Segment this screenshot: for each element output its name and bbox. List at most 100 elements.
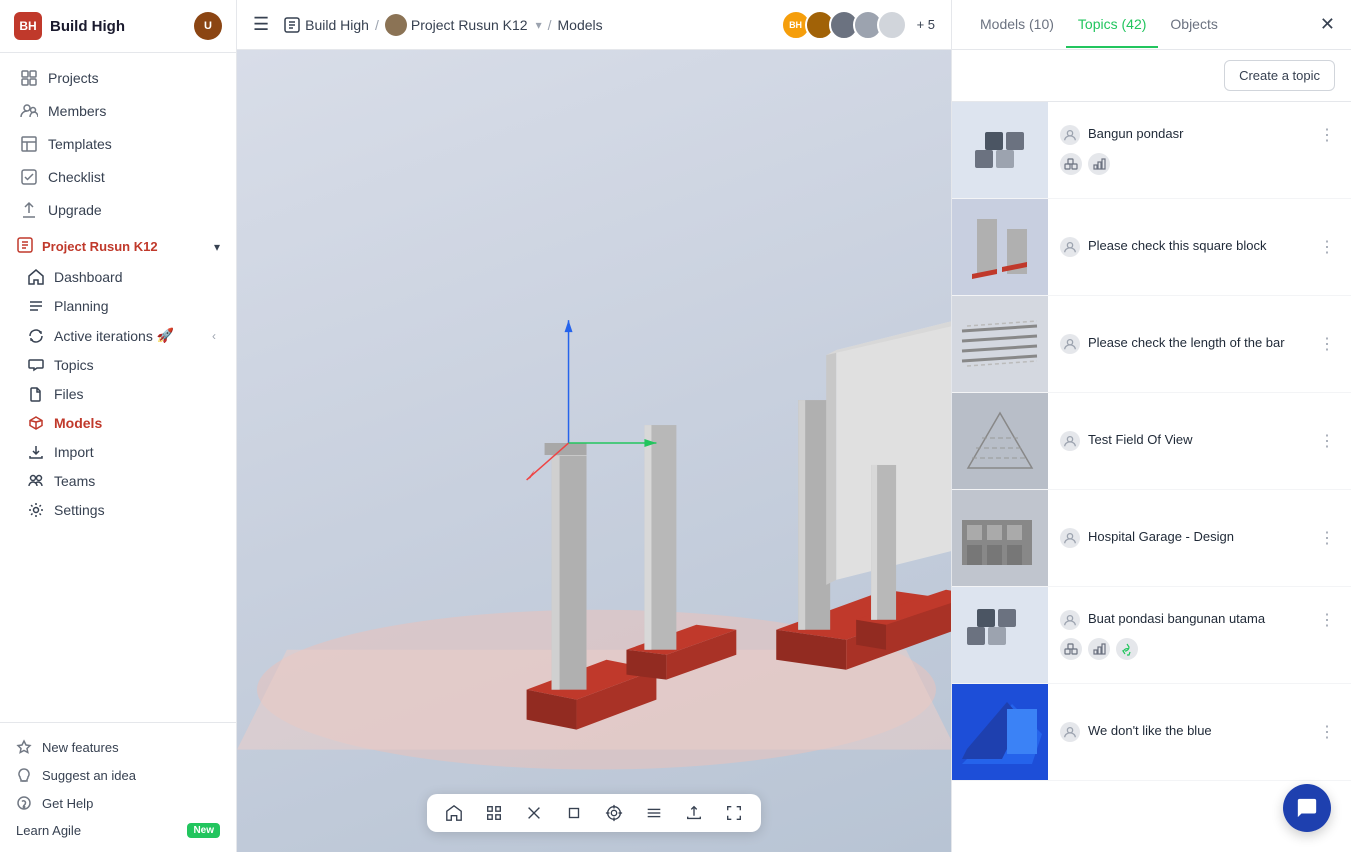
topic-user-icon-2 [1060, 237, 1080, 257]
teams-icon [28, 473, 44, 489]
sidebar-item-planning[interactable]: Planning [12, 292, 232, 320]
topic-thumbnail-2 [952, 199, 1048, 295]
suggest-idea-label: Suggest an idea [42, 768, 136, 783]
project-section[interactable]: Project Rusun K12 ▾ [0, 232, 236, 261]
sidebar-item-teams[interactable]: Teams [12, 467, 232, 495]
topic-menu-5[interactable]: ⋮ [1315, 528, 1339, 548]
main-area: ☰ Build High / Project Rusun K12 ▾ / Mod… [237, 0, 951, 852]
topic-name-6: Buat pondasi bangunan utama [1088, 610, 1307, 628]
topic-name-5: Hospital Garage - Design [1088, 528, 1307, 546]
sidebar-item-projects[interactable]: Projects [4, 62, 232, 94]
learn-agile-item[interactable]: Learn Agile New [0, 817, 236, 844]
iterations-icon [28, 328, 44, 344]
cross-tool-button[interactable] [523, 802, 545, 824]
files-icon [28, 386, 44, 402]
sidebar-item-checklist[interactable]: Checklist [4, 161, 232, 193]
topic-thumbnail-4 [952, 393, 1048, 489]
project-name: Project Rusun K12 [42, 239, 158, 254]
tab-models[interactable]: Models (10) [968, 2, 1066, 48]
sidebar-item-models[interactable]: Models [12, 409, 232, 437]
panel-header: Models (10) Topics (42) Objects ✕ [952, 0, 1351, 50]
get-help-item[interactable]: Get Help [0, 789, 236, 817]
right-panel: Models (10) Topics (42) Objects ✕ Create… [951, 0, 1351, 852]
sidebar-item-import[interactable]: Import [12, 438, 232, 466]
sidebar-item-upgrade[interactable]: Upgrade [4, 194, 232, 226]
planning-label: Planning [54, 298, 109, 314]
grid-tool-button[interactable] [483, 802, 505, 824]
crop-tool-button[interactable] [563, 802, 585, 824]
sidebar-footer: New features Suggest an idea Get Help Le… [0, 722, 236, 852]
avatar-5 [877, 10, 907, 40]
checklist-icon [20, 168, 38, 186]
topic-name-1: Bangun pondasr [1088, 125, 1307, 143]
sidebar-item-active-iterations[interactable]: Active iterations 🚀 ‹ [12, 321, 232, 350]
topic-thumbnail-3 [952, 296, 1048, 392]
sidebar-item-topics[interactable]: Topics [12, 351, 232, 379]
models-label: Models [54, 415, 102, 431]
topic-item[interactable]: Test Field Of View ⋮ [952, 393, 1351, 490]
sidebar: BH Build High U Projects Members Templat… [0, 0, 237, 852]
topbar-right: BH + 5 [781, 10, 935, 40]
topic-content-6: Buat pondasi bangunan utama ⋮ [1048, 600, 1351, 670]
breadcrumb-sep-1: / [375, 17, 379, 33]
grid-icon [20, 69, 38, 87]
home-tool-button[interactable] [443, 802, 465, 824]
target-tool-button[interactable] [603, 802, 625, 824]
topic-content-3: Please check the length of the bar ⋮ [1048, 324, 1351, 364]
expand-tool-button[interactable] [723, 802, 745, 824]
topics-icon [28, 357, 44, 373]
topic-menu-6[interactable]: ⋮ [1315, 610, 1339, 630]
chevron-down-icon: ▾ [214, 240, 220, 254]
topic-menu-2[interactable]: ⋮ [1315, 237, 1339, 257]
suggest-idea-item[interactable]: Suggest an idea [0, 761, 236, 789]
topic-badge-boxes-2 [1060, 638, 1082, 660]
3d-canvas[interactable] [237, 50, 951, 852]
topic-thumbnail-1 [952, 102, 1048, 198]
sidebar-nav: Projects Members Templates Checklist Upg… [0, 53, 236, 722]
breadcrumb-chevron-icon: ▾ [536, 18, 542, 32]
topic-menu-3[interactable]: ⋮ [1315, 334, 1339, 354]
topic-item[interactable]: Please check this square block ⋮ [952, 199, 1351, 296]
topic-thumbnail-7 [952, 684, 1048, 780]
breadcrumb-workspace[interactable]: Build High [305, 17, 369, 33]
close-panel-button[interactable]: ✕ [1320, 14, 1335, 35]
breadcrumb-project: Project Rusun K12 ▾ [385, 14, 542, 36]
sidebar-item-members[interactable]: Members [4, 95, 232, 127]
rocket-icon: 🚀 [157, 327, 174, 344]
topic-item[interactable]: Buat pondasi bangunan utama ⋮ [952, 587, 1351, 684]
create-topic-button[interactable]: Create a topic [1224, 60, 1335, 91]
topic-item[interactable]: Please check the length of the bar ⋮ [952, 296, 1351, 393]
tab-objects[interactable]: Objects [1158, 2, 1229, 48]
sidebar-item-templates[interactable]: Templates [4, 128, 232, 160]
topic-menu-7[interactable]: ⋮ [1315, 722, 1339, 742]
members-label: Members [48, 103, 106, 119]
topic-menu-1[interactable]: ⋮ [1315, 125, 1339, 145]
new-features-item[interactable]: New features [0, 733, 236, 761]
topic-item[interactable]: We don't like the blue ⋮ [952, 684, 1351, 781]
topic-item[interactable]: Hospital Garage - Design ⋮ [952, 490, 1351, 587]
settings-label: Settings [54, 502, 105, 518]
upload-tool-button[interactable] [683, 802, 705, 824]
topic-badge-boxes [1060, 153, 1082, 175]
star-icon [16, 739, 32, 755]
models-icon [28, 415, 44, 431]
new-badge: New [187, 823, 220, 838]
templates-label: Templates [48, 136, 112, 152]
topics-label: Topics [54, 357, 94, 373]
sidebar-app-title: Build High [50, 18, 125, 35]
sidebar-item-settings[interactable]: Settings [12, 496, 232, 524]
chat-fab-button[interactable] [1283, 784, 1331, 832]
list-tool-button[interactable] [643, 802, 665, 824]
teams-label: Teams [54, 473, 95, 489]
tab-topics[interactable]: Topics (42) [1066, 2, 1158, 48]
menu-toggle-button[interactable]: ☰ [253, 14, 269, 35]
topic-menu-4[interactable]: ⋮ [1315, 431, 1339, 451]
lightbulb-icon [16, 767, 32, 783]
breadcrumb-project-link[interactable]: Project Rusun K12 [411, 17, 528, 33]
topic-item[interactable]: Bangun pondasr ⋮ [952, 102, 1351, 199]
user-avatar[interactable]: U [194, 12, 222, 40]
sidebar-item-files[interactable]: Files [12, 380, 232, 408]
topic-thumbnail-6 [952, 587, 1048, 683]
sidebar-item-dashboard[interactable]: Dashboard [12, 263, 232, 291]
iterations-chevron-icon: ‹ [212, 329, 216, 343]
